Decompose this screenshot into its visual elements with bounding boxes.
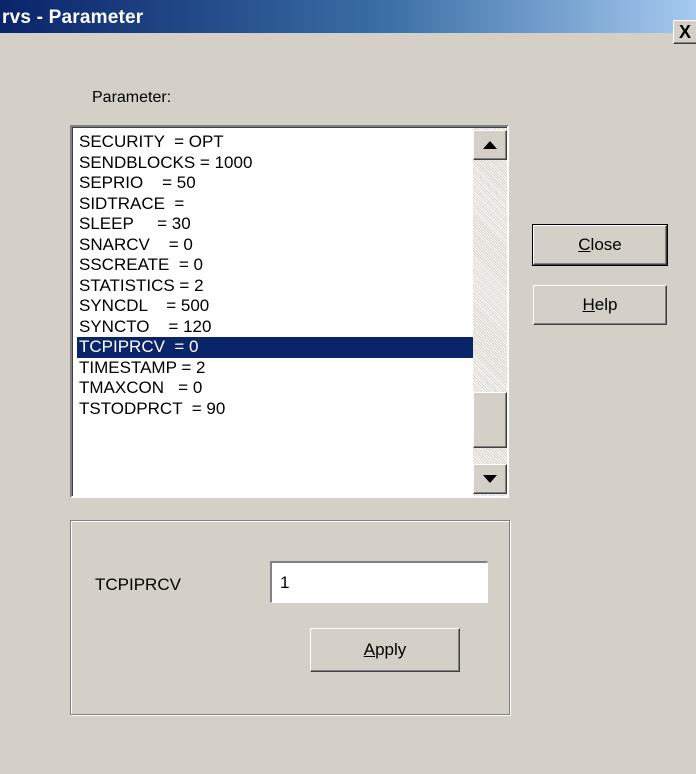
parameter-list-item[interactable]: TCPIPRCV = 0 xyxy=(77,337,475,358)
parameter-list-item[interactable]: STATISTICS = 2 xyxy=(77,276,475,297)
parameter-list-item[interactable]: TSTODPRCT = 90 xyxy=(77,399,475,420)
parameter-list-item[interactable]: SYNCDL = 500 xyxy=(77,296,475,317)
vertical-scrollbar[interactable] xyxy=(473,128,507,496)
apply-button-label: pply xyxy=(375,640,407,659)
parameter-list-item[interactable]: SLEEP = 30 xyxy=(77,214,475,235)
scroll-down-button[interactable] xyxy=(473,464,507,494)
parameter-list-item[interactable]: SIDTRACE = xyxy=(77,194,475,215)
close-button-mnemonic: C xyxy=(578,235,591,254)
parameter-listbox[interactable]: SECURITY = OPT SENDBLOCKS = 1000 SEPRIO = … xyxy=(69,124,510,499)
window-title: rvs - Parameter xyxy=(2,7,144,28)
help-button[interactable]: Help xyxy=(533,285,667,325)
window-close-button[interactable]: X xyxy=(673,20,696,44)
help-button-mnemonic: H xyxy=(582,295,595,314)
listbox-frame: SECURITY = OPT SENDBLOCKS = 1000 SEPRIO = … xyxy=(72,127,507,496)
scroll-up-button[interactable] xyxy=(473,130,507,160)
edit-value-input[interactable] xyxy=(269,560,489,604)
parameter-list-item[interactable]: TMAXCON = 0 xyxy=(77,378,475,399)
parameter-list-item[interactable]: SEPRIO = 50 xyxy=(77,173,475,194)
edit-field-label: TCPIPRCV xyxy=(95,575,181,594)
parameter-list-item[interactable]: SNARCV = 0 xyxy=(77,235,475,256)
parameter-list-item[interactable]: TIMESTAMP = 2 xyxy=(77,358,475,379)
apply-button[interactable]: Apply xyxy=(310,628,460,672)
close-button-label: lose xyxy=(590,235,622,254)
edit-groupbox xyxy=(70,520,510,715)
parameter-list-item[interactable]: SENDBLOCKS = 1000 xyxy=(77,153,475,174)
help-button-label: elp xyxy=(594,295,618,314)
scroll-thumb[interactable] xyxy=(473,392,507,448)
parameter-list-item[interactable]: SYNCTO = 120 xyxy=(77,317,475,338)
title-bar: rvs - Parameter xyxy=(0,0,696,33)
close-button[interactable]: Close xyxy=(532,224,668,266)
parameter-list-item[interactable]: SSCREATE = 0 xyxy=(77,255,475,276)
scroll-down-arrow-icon xyxy=(483,475,497,483)
parameter-list-label: Parameter: xyxy=(92,89,172,106)
parameter-list-item[interactable]: SECURITY = OPT xyxy=(77,132,475,153)
scroll-up-arrow-icon xyxy=(483,141,497,149)
apply-button-mnemonic: A xyxy=(363,640,376,659)
parameter-items: SECURITY = OPT SENDBLOCKS = 1000 SEPRIO = … xyxy=(77,132,475,419)
